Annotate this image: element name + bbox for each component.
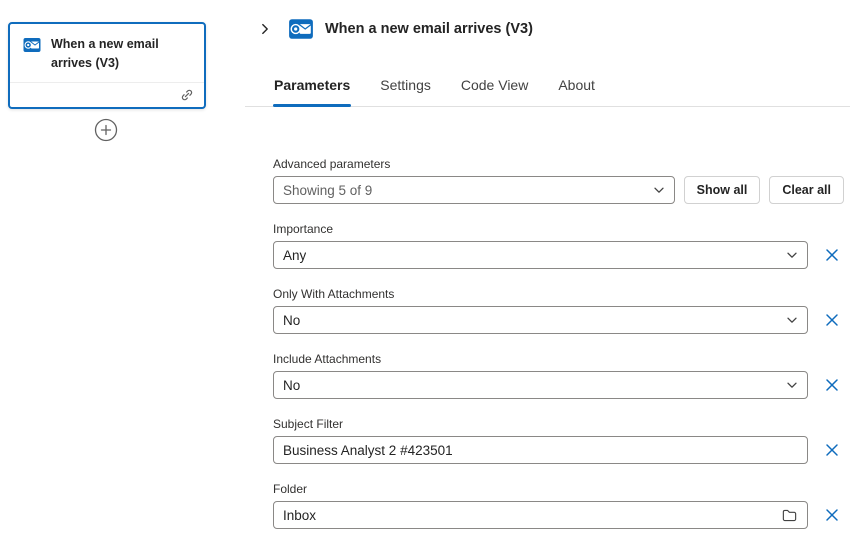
connection-link-icon[interactable] — [178, 86, 196, 104]
outlook-icon — [22, 35, 42, 55]
advanced-parameters-value: Showing 5 of 9 — [283, 183, 372, 198]
flow-canvas: When a new email arrives (V3) — [0, 0, 245, 550]
trigger-card-main: When a new email arrives (V3) — [10, 24, 204, 82]
advanced-parameters-row: Showing 5 of 9 Show all Clear all — [273, 176, 844, 204]
field-folder: Folder Inbox — [273, 482, 844, 529]
advanced-parameters-dropdown[interactable]: Showing 5 of 9 — [273, 176, 675, 204]
clear-folder-button[interactable] — [820, 503, 844, 527]
tab-code-view[interactable]: Code View — [460, 77, 529, 106]
field-include-attachments: Include Attachments No — [273, 352, 844, 399]
importance-value: Any — [283, 248, 306, 263]
chevron-down-icon — [786, 379, 798, 391]
clear-all-button[interactable]: Clear all — [769, 176, 844, 204]
show-all-button[interactable]: Show all — [684, 176, 761, 204]
panel-title: When a new email arrives (V3) — [325, 21, 533, 37]
field-label: Folder — [273, 482, 844, 496]
tab-settings[interactable]: Settings — [379, 77, 432, 106]
clear-importance-button[interactable] — [820, 243, 844, 267]
tab-about[interactable]: About — [557, 77, 596, 106]
trigger-card-footer — [10, 82, 204, 107]
trigger-card[interactable]: When a new email arrives (V3) — [8, 22, 206, 109]
importance-dropdown[interactable]: Any — [273, 241, 808, 269]
tab-bar: Parameters Settings Code View About — [245, 77, 850, 107]
only-with-attachments-value: No — [283, 313, 300, 328]
folder-picker[interactable]: Inbox — [273, 501, 808, 529]
field-label: Only With Attachments — [273, 287, 844, 301]
trigger-card-title: When a new email arrives (V3) — [51, 35, 192, 73]
folder-icon[interactable] — [781, 507, 798, 524]
details-panel: When a new email arrives (V3) Parameters… — [245, 0, 850, 550]
parameters-content: Advanced parameters Showing 5 of 9 Show … — [245, 107, 850, 539]
clear-subject-filter-button[interactable] — [820, 438, 844, 462]
field-only-with-attachments: Only With Attachments No — [273, 287, 844, 334]
field-importance: Importance Any — [273, 222, 844, 269]
subject-filter-input[interactable] — [273, 436, 808, 464]
field-label: Subject Filter — [273, 417, 844, 431]
field-label: Include Attachments — [273, 352, 844, 366]
field-subject-filter: Subject Filter — [273, 417, 844, 464]
tab-parameters[interactable]: Parameters — [273, 77, 351, 106]
chevron-down-icon — [653, 184, 665, 196]
advanced-parameters-label: Advanced parameters — [273, 157, 844, 171]
chevron-down-icon — [786, 314, 798, 326]
include-attachments-dropdown[interactable]: No — [273, 371, 808, 399]
outlook-icon — [287, 15, 315, 43]
clear-include-attachments-button[interactable] — [820, 373, 844, 397]
field-label: Importance — [273, 222, 844, 236]
collapse-panel-button[interactable] — [253, 17, 277, 41]
clear-only-with-attachments-button[interactable] — [820, 308, 844, 332]
folder-value: Inbox — [283, 508, 316, 523]
chevron-down-icon — [786, 249, 798, 261]
add-step-button[interactable] — [94, 118, 118, 142]
include-attachments-value: No — [283, 378, 300, 393]
only-with-attachments-dropdown[interactable]: No — [273, 306, 808, 334]
panel-header: When a new email arrives (V3) — [245, 0, 850, 43]
flow-designer: When a new email arrives (V3) — [0, 0, 850, 550]
